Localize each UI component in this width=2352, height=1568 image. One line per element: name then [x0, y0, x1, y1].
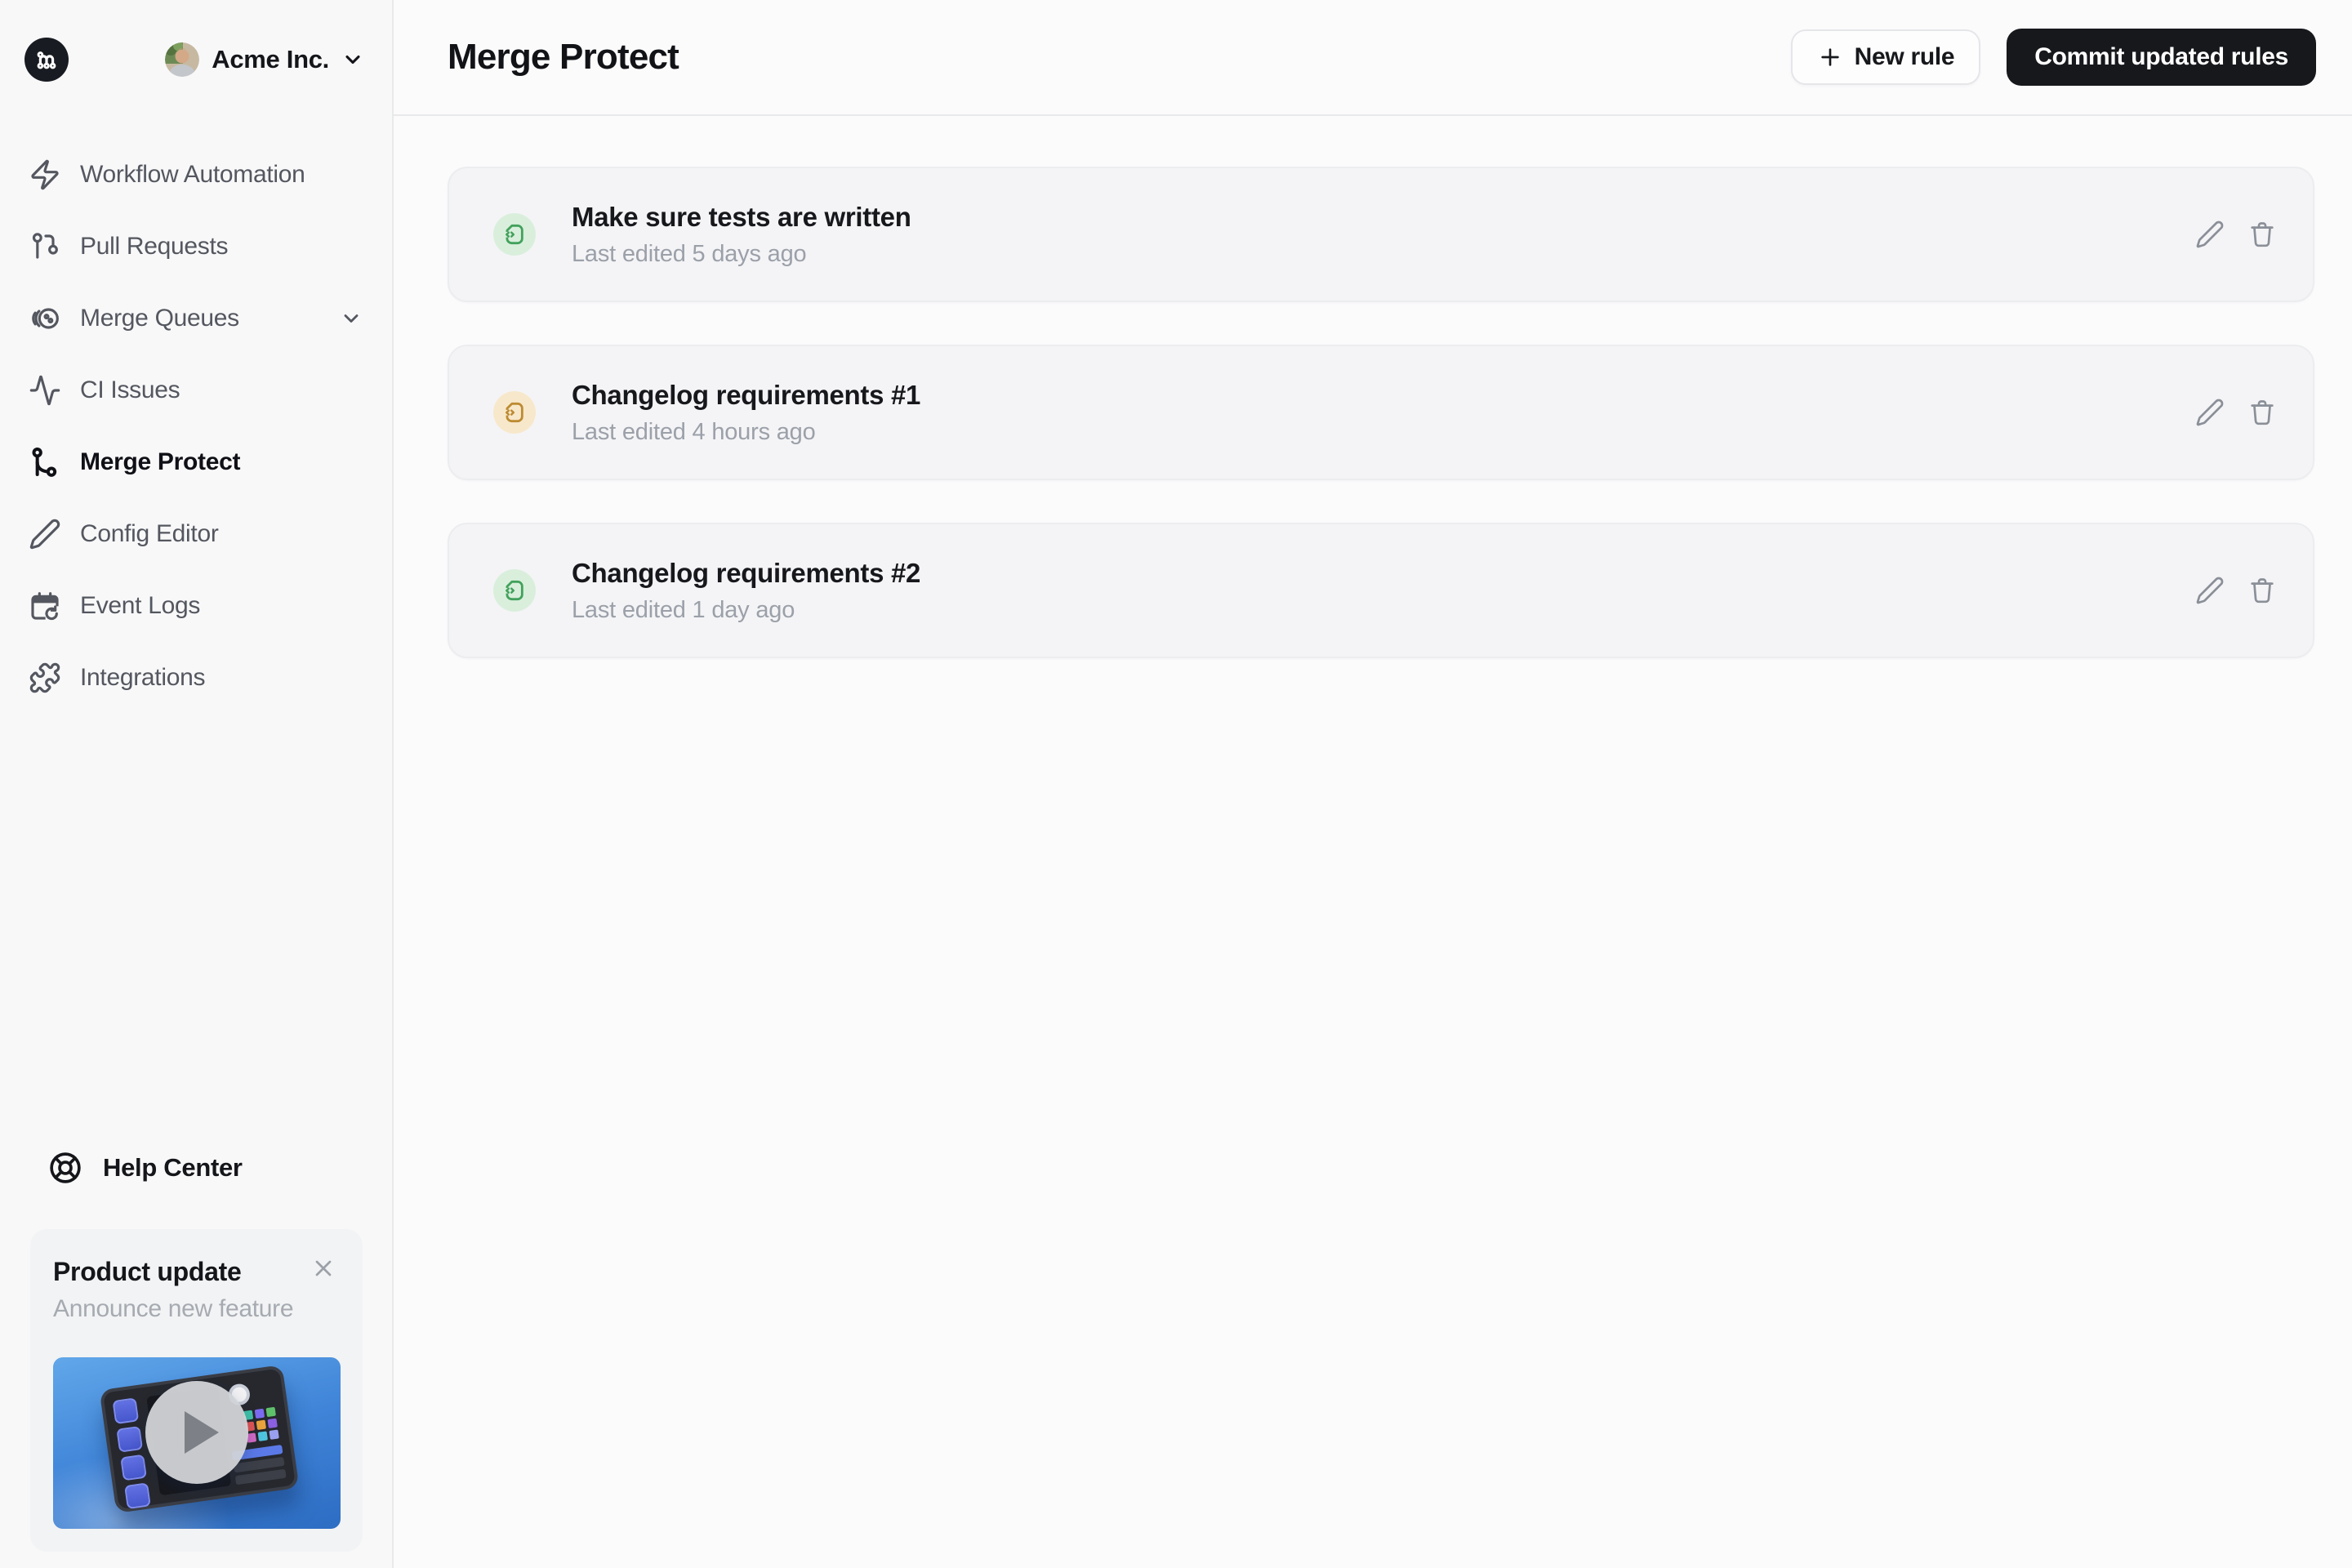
trash-icon[interactable]	[2247, 398, 2277, 427]
rules-list: Make sure tests are written Last edited …	[394, 116, 2352, 701]
sidebar-item-pull-requests[interactable]: Pull Requests	[0, 211, 392, 283]
org-name: Acme Inc.	[212, 45, 329, 74]
rule-last-edited: Last edited 5 days ago	[572, 240, 807, 267]
sidebar-item-ci-issues[interactable]: CI Issues	[0, 354, 392, 426]
avatar	[165, 42, 200, 77]
page-title: Merge Protect	[448, 37, 679, 77]
sidebar-item-label: Event Logs	[80, 592, 201, 619]
zap-icon	[28, 158, 62, 192]
activity-icon	[28, 373, 62, 408]
app-root: Acme Inc. Workflow Automation Pull Reque…	[0, 0, 2352, 1568]
plus-icon	[1820, 48, 1839, 66]
trash-icon[interactable]	[2247, 576, 2277, 605]
sidebar-item-label: Workflow Automation	[80, 161, 305, 188]
lifebuoy-icon	[47, 1150, 83, 1186]
sidebar-item-label: Merge Protect	[80, 448, 241, 475]
sidebar-item-label: Merge Queues	[80, 305, 239, 332]
edit-pencil-icon[interactable]	[2195, 220, 2225, 249]
file-code-icon	[493, 569, 536, 612]
product-update-card: Product update Announce new feature	[30, 1229, 363, 1552]
edit-pencil-icon[interactable]	[2195, 576, 2225, 605]
puzzle-icon	[28, 661, 62, 695]
merge-queues-icon	[28, 301, 62, 336]
sidebar-item-label: Pull Requests	[80, 233, 229, 260]
mergify-m-icon	[37, 51, 56, 69]
main-area: Merge Protect New rule Commit updated ru…	[394, 0, 2352, 1568]
sidebar-top: Acme Inc.	[0, 0, 392, 82]
chevron-down-icon[interactable]	[340, 307, 363, 330]
page-header: Merge Protect New rule Commit updated ru…	[394, 0, 2352, 116]
promo-video-thumbnail[interactable]	[53, 1357, 341, 1529]
rule-title: Make sure tests are written	[572, 201, 911, 232]
rule-card: Make sure tests are written Last edited …	[448, 167, 2314, 302]
sidebar-item-label: Integrations	[80, 664, 206, 691]
play-icon	[185, 1411, 219, 1454]
sidebar-item-label: CI Issues	[80, 376, 180, 403]
branch-icon	[28, 445, 62, 479]
sidebar-item-workflow-automation[interactable]: Workflow Automation	[0, 139, 392, 211]
rule-card: Changelog requirements #1 Last edited 4 …	[448, 345, 2314, 480]
promo-title: Product update	[53, 1257, 242, 1286]
sidebar-nav: Workflow Automation Pull Requests Merge …	[0, 139, 392, 714]
help-center-label: Help Center	[103, 1153, 243, 1182]
mergify-logo[interactable]	[24, 38, 69, 82]
org-switcher[interactable]: Acme Inc.	[165, 42, 364, 77]
help-center-link[interactable]: Help Center	[0, 1141, 392, 1195]
commit-updated-rules-button[interactable]: Commit updated rules	[2007, 29, 2316, 86]
close-icon[interactable]	[307, 1252, 340, 1285]
chevron-down-icon	[345, 55, 360, 65]
sidebar-item-merge-protect[interactable]: Merge Protect	[0, 426, 392, 498]
sidebar-item-merge-queues[interactable]: Merge Queues	[0, 283, 392, 354]
sidebar: Acme Inc. Workflow Automation Pull Reque…	[0, 0, 394, 1568]
rule-title: Changelog requirements #2	[572, 557, 921, 588]
play-button[interactable]	[145, 1381, 248, 1485]
promo-subtitle: Announce new feature	[53, 1295, 294, 1322]
sidebar-item-event-logs[interactable]: Event Logs	[0, 570, 392, 642]
rule-last-edited: Last edited 1 day ago	[572, 596, 795, 623]
new-rule-button[interactable]: New rule	[1790, 29, 1981, 85]
pen-icon	[28, 517, 62, 551]
sidebar-item-config-editor[interactable]: Config Editor	[0, 498, 392, 570]
trash-icon[interactable]	[2247, 220, 2277, 249]
new-rule-label: New rule	[1854, 43, 1955, 70]
file-code-icon	[493, 391, 536, 434]
edit-pencil-icon[interactable]	[2195, 398, 2225, 427]
sidebar-item-label: Config Editor	[80, 520, 219, 547]
file-code-icon	[493, 213, 536, 256]
rule-title: Changelog requirements #1	[572, 379, 921, 410]
rule-last-edited: Last edited 4 hours ago	[572, 418, 816, 445]
rule-card: Changelog requirements #2 Last edited 1 …	[448, 523, 2314, 658]
pull-request-icon	[28, 229, 62, 264]
sidebar-item-integrations[interactable]: Integrations	[0, 642, 392, 714]
calendar-history-icon	[28, 589, 62, 623]
